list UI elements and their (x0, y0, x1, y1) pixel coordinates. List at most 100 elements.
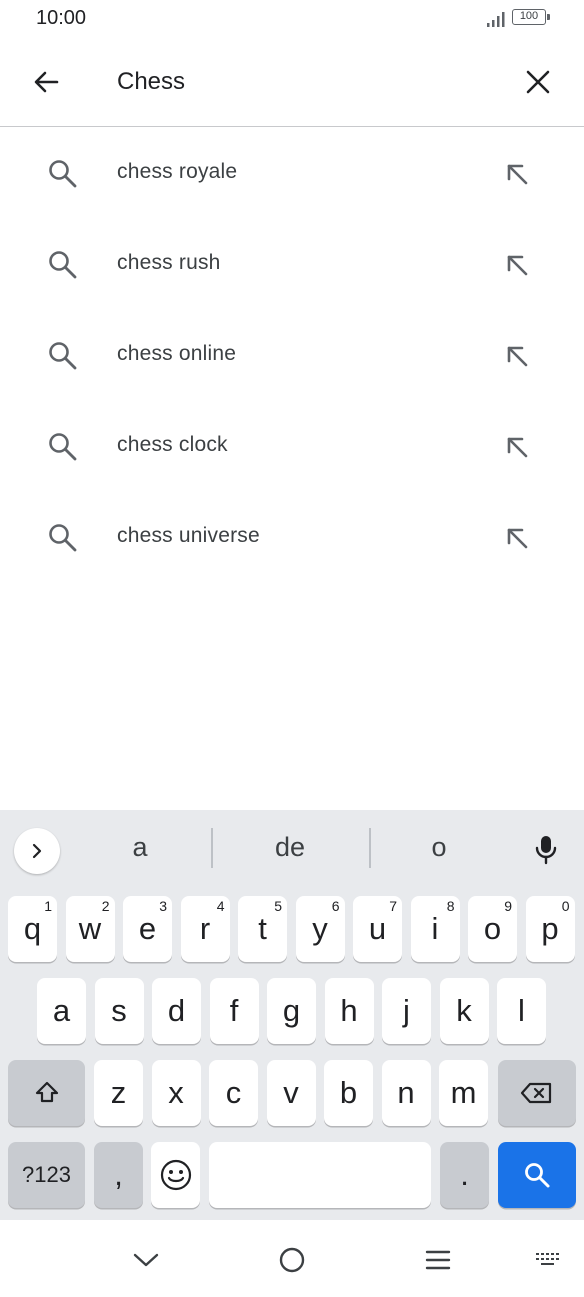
key-y[interactable]: y6 (295, 896, 345, 962)
arrow-up-left-icon[interactable] (500, 430, 534, 464)
key-j[interactable]: j (382, 978, 431, 1044)
key-hint: 0 (561, 898, 570, 914)
key-w[interactable]: w2 (65, 896, 115, 962)
word-suggestion[interactable]: o (399, 832, 479, 863)
search-key[interactable] (498, 1142, 576, 1208)
key-label: v (283, 1075, 299, 1110)
key-label: r (199, 911, 211, 946)
arrow-back-icon[interactable] (26, 62, 66, 102)
key-label: b (339, 1075, 358, 1110)
symbols-key[interactable]: ?123 (8, 1142, 85, 1208)
search-icon (525, 1163, 550, 1188)
arrow-up-left-icon[interactable] (500, 521, 534, 555)
home-button[interactable] (270, 1238, 314, 1282)
suggestion-text: chess rush (117, 251, 221, 274)
key-s[interactable]: s (94, 978, 144, 1044)
search-icon (46, 521, 80, 555)
backspace-icon (520, 1082, 552, 1104)
key-i[interactable]: i8 (410, 896, 460, 962)
keyboard: a de o q1w2e3r4t5y6u7i8o9p0asdfghjklzxcv… (0, 810, 584, 1220)
emoji-key[interactable] (151, 1142, 200, 1208)
key-e[interactable]: e3 (123, 896, 172, 962)
suggestion-item[interactable]: chess rush (0, 218, 584, 309)
arrow-up-left-icon[interactable] (500, 248, 534, 282)
key-x[interactable]: x (151, 1060, 201, 1126)
key-label: u (368, 911, 387, 946)
key-label: x (168, 1075, 184, 1110)
search-icon (46, 430, 80, 464)
keyboard-suggestion-bar: a de o (0, 810, 584, 888)
comma-key[interactable]: , (94, 1142, 143, 1208)
key-label: f (229, 993, 239, 1028)
hide-keyboard-button[interactable] (124, 1238, 168, 1282)
status-time: 10:00 (36, 7, 87, 29)
chevron-down-icon (133, 1253, 159, 1267)
key-h[interactable]: h (324, 978, 374, 1044)
key-t[interactable]: t5 (238, 896, 287, 962)
key-l[interactable]: l (497, 978, 546, 1044)
backspace-key[interactable] (498, 1060, 576, 1126)
search-icon (46, 339, 80, 373)
keyboard-switch-button[interactable] (526, 1238, 570, 1282)
suggestion-text: chess clock (117, 433, 228, 456)
key-c[interactable]: c (209, 1060, 258, 1126)
search-icon (46, 157, 80, 191)
key-b[interactable]: b (324, 1060, 373, 1126)
key-p[interactable]: p0 (525, 896, 575, 962)
suggestion-item[interactable]: chess online (0, 309, 584, 400)
navigation-bar (0, 1220, 584, 1297)
shift-key[interactable] (8, 1060, 85, 1126)
arrow-up-left-icon[interactable] (500, 157, 534, 191)
key-f[interactable]: f (209, 978, 259, 1044)
key-d[interactable]: d (152, 978, 201, 1044)
key-label: w (78, 911, 102, 946)
search-input[interactable]: Chess (117, 68, 185, 96)
key-label: l (518, 993, 525, 1028)
key-z[interactable]: z (94, 1060, 143, 1126)
expand-toolbar-button[interactable] (14, 828, 60, 874)
suggestion-text: chess royale (117, 160, 238, 183)
key-label: ?123 (22, 1162, 71, 1187)
suggestion-item[interactable]: chess royale (0, 127, 584, 218)
recents-button[interactable] (416, 1238, 460, 1282)
battery-level: 100 (519, 10, 539, 22)
chevron-right-icon (32, 843, 42, 859)
search-header: Chess (0, 40, 584, 127)
suggestion-item[interactable]: chess universe (0, 491, 584, 582)
key-q[interactable]: q1 (8, 896, 57, 962)
suggestion-list: chess royale chess rush chess online chess … (0, 127, 584, 582)
key-hint: 5 (274, 898, 282, 914)
key-label: h (340, 993, 358, 1028)
key-u[interactable]: u7 (353, 896, 402, 962)
arrow-up-left-icon[interactable] (500, 339, 534, 373)
key-label: z (110, 1075, 127, 1110)
key-n[interactable]: n (381, 1060, 431, 1126)
key-hint: 6 (331, 898, 340, 914)
key-g[interactable]: g (267, 978, 316, 1044)
word-suggestion[interactable]: de (250, 832, 330, 863)
key-label: j (403, 993, 410, 1028)
microphone-icon[interactable] (528, 830, 564, 870)
shift-icon (35, 1081, 58, 1103)
battery-icon: 100 (512, 9, 550, 25)
key-k[interactable]: k (439, 978, 489, 1044)
key-label: . (460, 1157, 469, 1192)
key-o[interactable]: o9 (468, 896, 517, 962)
suggestion-item[interactable]: chess clock (0, 400, 584, 491)
key-label: i (431, 911, 439, 946)
key-m[interactable]: m (439, 1060, 488, 1126)
key-v[interactable]: v (266, 1060, 316, 1126)
key-label: m (450, 1075, 477, 1110)
key-label: q (23, 911, 42, 946)
key-label: y (312, 911, 328, 946)
word-suggestion[interactable]: a (100, 832, 180, 863)
home-circle-icon (279, 1247, 305, 1273)
period-key[interactable]: . (440, 1142, 489, 1208)
divider (211, 828, 213, 868)
key-label: o (483, 911, 502, 946)
key-r[interactable]: r4 (180, 896, 230, 962)
close-icon[interactable] (518, 62, 558, 102)
space-key[interactable] (209, 1142, 431, 1208)
key-a[interactable]: a (37, 978, 86, 1044)
key-label: , (114, 1157, 123, 1192)
